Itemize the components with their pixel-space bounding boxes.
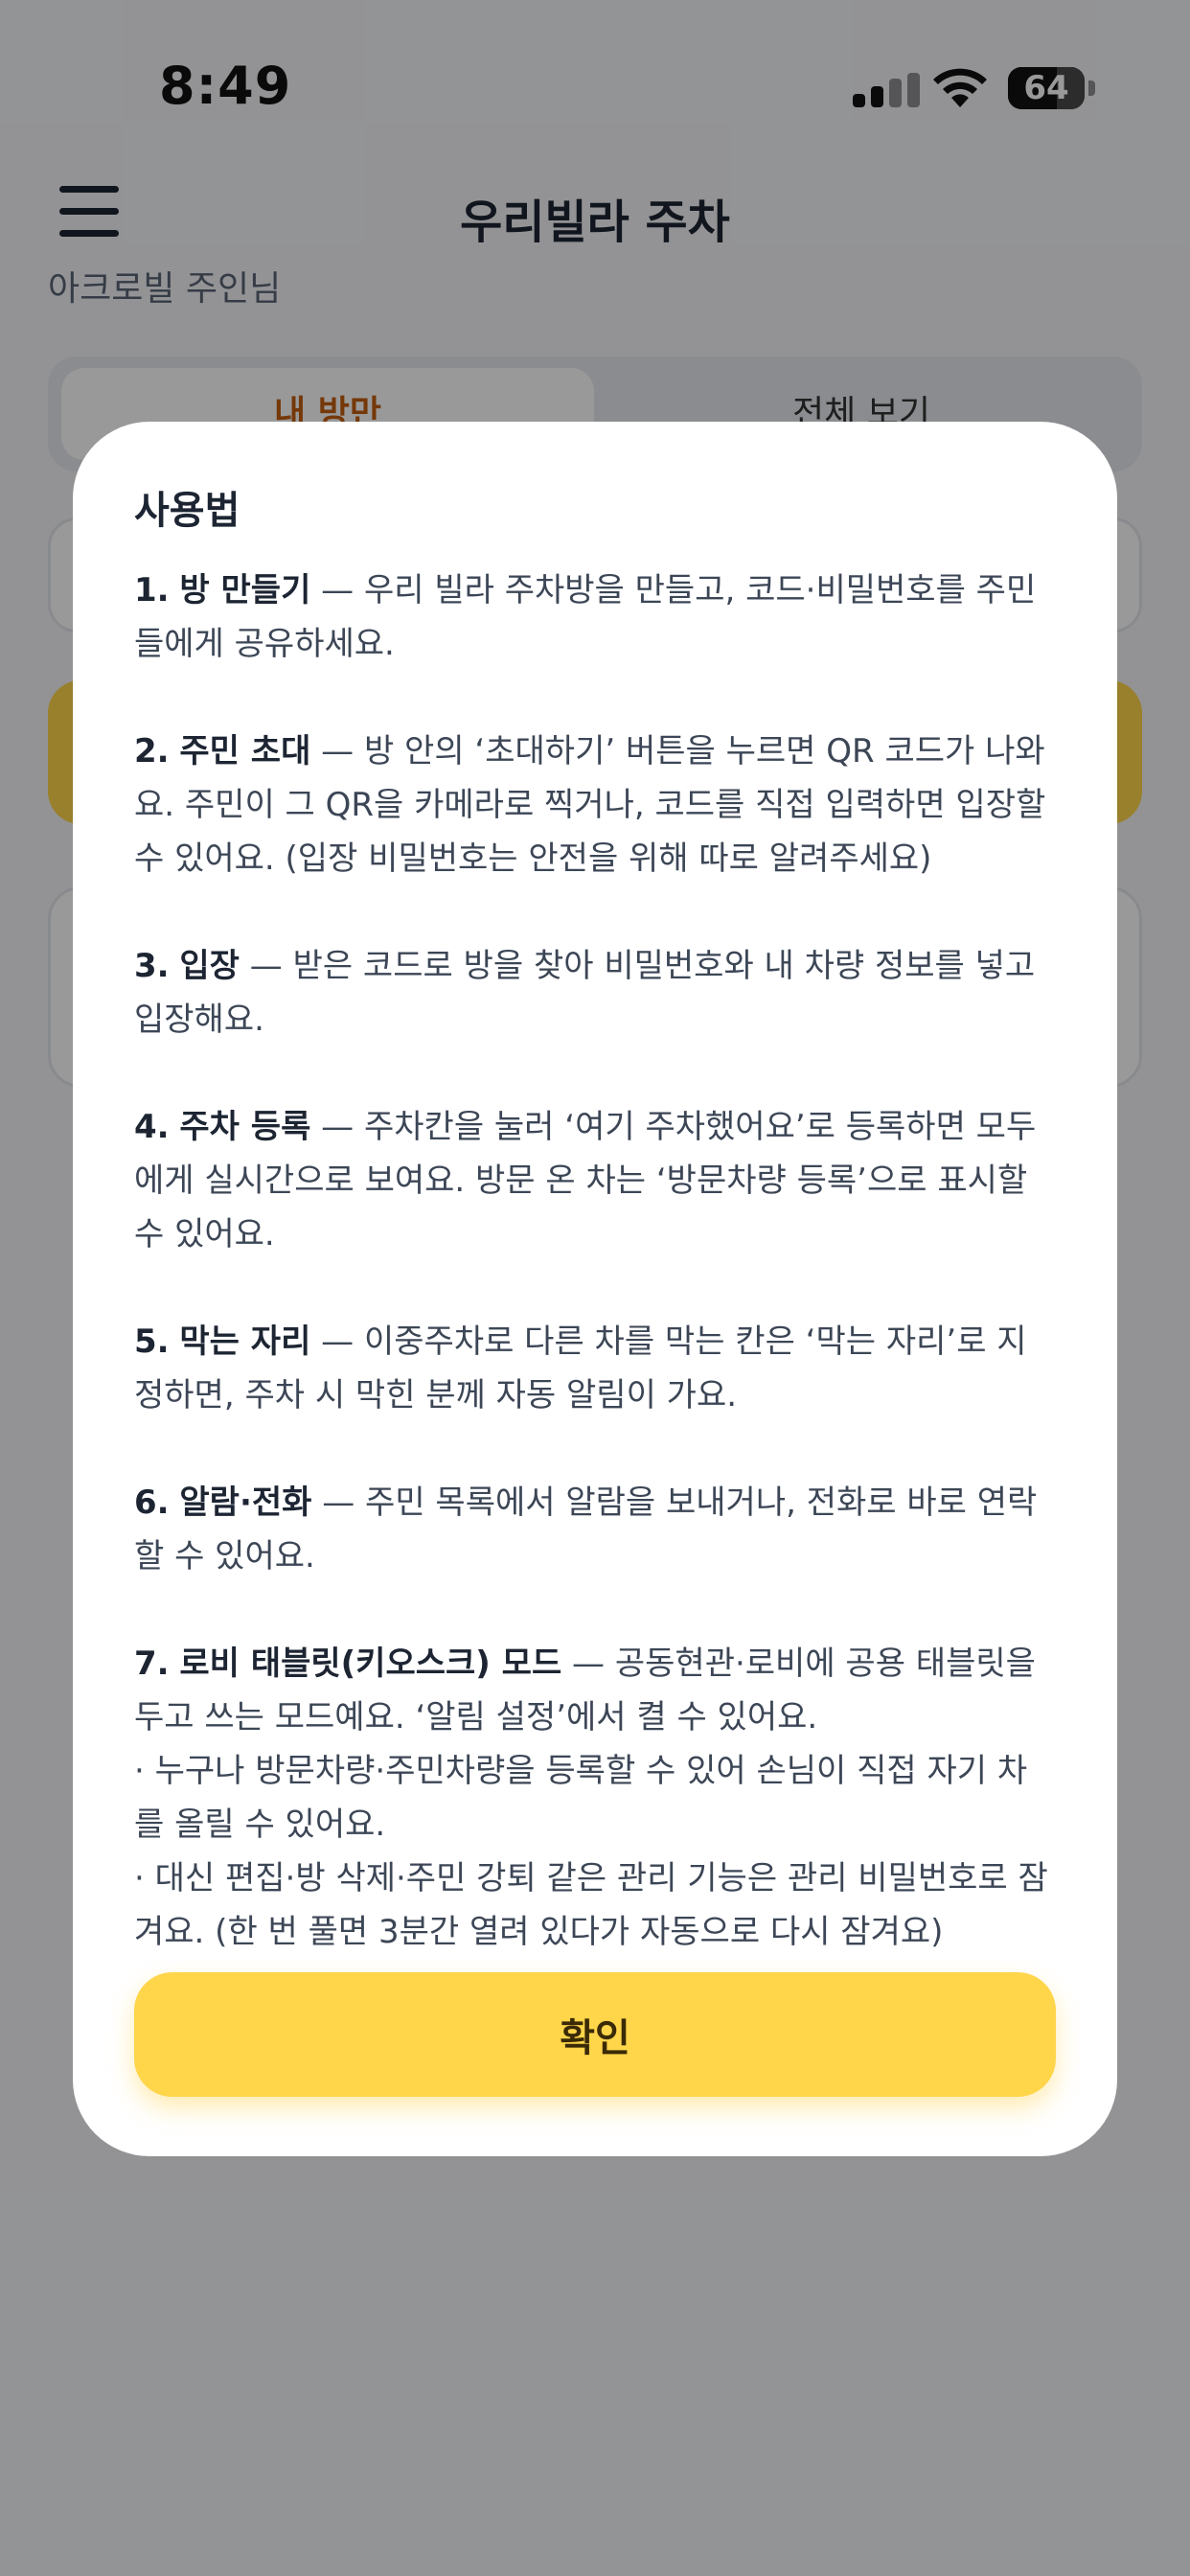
step-item: 4. 주차 등록 — 주차칸을 눌러 ‘여기 주차했어요’로 등록하면 모두에게… bbox=[134, 1100, 1056, 1261]
step-number: 3. bbox=[134, 947, 170, 985]
step-number: 1. bbox=[134, 571, 170, 610]
step-item: 2. 주민 초대 — 방 안의 ‘초대하기’ 버튼을 누르면 QR 코드가 나와… bbox=[134, 724, 1056, 886]
step-name: 주차 등록 bbox=[179, 1108, 311, 1146]
modal-body: 1. 방 만들기 — 우리 빌라 주차방을 만들고, 코드·비밀번호를 주민들에… bbox=[134, 564, 1056, 2087]
step-name: 주민 초대 bbox=[179, 732, 311, 770]
step-number: 4. bbox=[134, 1108, 170, 1146]
step-bullet: · 대신 편집·방 삭제·주민 강퇴 같은 관리 기능은 관리 비밀번호로 잠겨… bbox=[134, 1859, 1048, 1951]
step-number: 5. bbox=[134, 1322, 170, 1361]
modal-title: 사용법 bbox=[134, 489, 240, 533]
step-name: 막는 자리 bbox=[179, 1322, 311, 1361]
step-item: 1. 방 만들기 — 우리 빌라 주차방을 만들고, 코드·비밀번호를 주민들에… bbox=[134, 564, 1056, 671]
step-item: 7. 로비 태블릿(키오스크) 모드 — 공동현관·로비에 공용 태블릿을 두고… bbox=[134, 1637, 1056, 1959]
step-name: 알람·전화 bbox=[179, 1484, 312, 1522]
step-name: 방 만들기 bbox=[179, 571, 311, 610]
step-number: 6. bbox=[134, 1484, 170, 1522]
step-bullet: · 누구나 방문차량·주민차량을 등록할 수 있어 손님이 직접 자기 차를 올… bbox=[134, 1752, 1028, 1844]
step-item: 5. 막는 자리 — 이중주차로 다른 차를 막는 칸은 ‘막는 자리’로 지정… bbox=[134, 1315, 1056, 1422]
step-item: 6. 알람·전화 — 주민 목록에서 알람을 보내거나, 전화로 바로 연락할 … bbox=[134, 1476, 1056, 1583]
step-number: 7. bbox=[134, 1644, 170, 1683]
usage-guide-modal: 사용법 1. 방 만들기 — 우리 빌라 주차방을 만들고, 코드·비밀번호를 … bbox=[73, 422, 1117, 2156]
step-number: 2. bbox=[134, 732, 170, 770]
confirm-button[interactable]: 확인 bbox=[134, 1972, 1056, 2097]
step-text: — 받은 코드로 방을 찾아 비밀번호와 내 차량 정보를 넣고 입장해요. bbox=[134, 947, 1036, 1039]
step-name: 입장 bbox=[179, 947, 240, 985]
step-item: 3. 입장 — 받은 코드로 방을 찾아 비밀번호와 내 차량 정보를 넣고 입… bbox=[134, 939, 1056, 1046]
step-name: 로비 태블릿(키오스크) 모드 bbox=[179, 1644, 562, 1683]
